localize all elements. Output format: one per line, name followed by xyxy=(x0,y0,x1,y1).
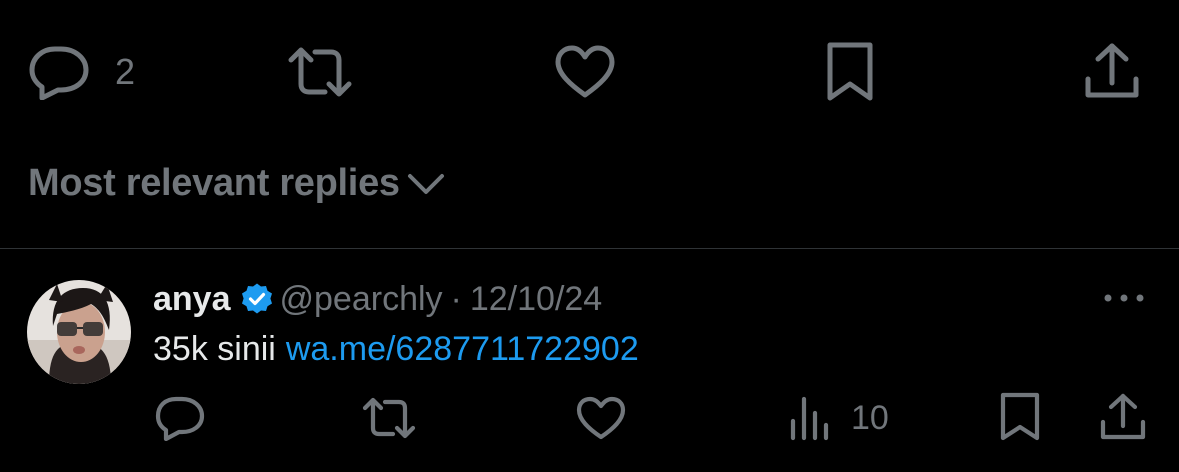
author-name[interactable]: anya xyxy=(153,280,231,319)
views-icon[interactable] xyxy=(787,393,833,443)
verified-badge-icon xyxy=(240,282,274,316)
share-icon[interactable] xyxy=(1083,41,1141,103)
reply-count: 2 xyxy=(115,51,136,92)
views-count: 10 xyxy=(851,399,889,437)
reply-text-content: 35k sinii xyxy=(153,329,276,368)
reply-link[interactable]: wa.me/6287711722902 xyxy=(286,330,639,369)
reply-icon[interactable] xyxy=(154,395,206,441)
chevron-down-icon xyxy=(404,161,448,205)
author-handle[interactable]: @pearchly xyxy=(280,280,443,319)
reply-text: 35k sinii wa.me/6287711722902 xyxy=(153,326,639,372)
more-options-icon[interactable] xyxy=(1099,286,1149,310)
reply-sort-dropdown[interactable]: Most relevant replies xyxy=(28,158,448,208)
reply-icon[interactable] xyxy=(28,44,90,100)
reply-date[interactable]: 12/10/24 xyxy=(470,280,602,319)
reply-header: anya @pearchly · 12/10/24 xyxy=(153,276,602,322)
heart-icon[interactable] xyxy=(554,44,616,100)
reply-sort-label: Most relevant replies xyxy=(28,161,400,204)
retweet-icon[interactable] xyxy=(360,395,418,441)
retweet-icon[interactable] xyxy=(285,44,355,100)
avatar[interactable] xyxy=(27,280,131,384)
heart-icon[interactable] xyxy=(575,395,627,441)
tweet-action-bar: 2 xyxy=(0,0,1179,150)
separator-dot: · xyxy=(450,279,462,318)
divider xyxy=(0,248,1179,249)
share-icon[interactable] xyxy=(1099,391,1147,443)
bookmark-icon[interactable] xyxy=(997,391,1043,443)
bookmark-icon[interactable] xyxy=(822,41,878,103)
